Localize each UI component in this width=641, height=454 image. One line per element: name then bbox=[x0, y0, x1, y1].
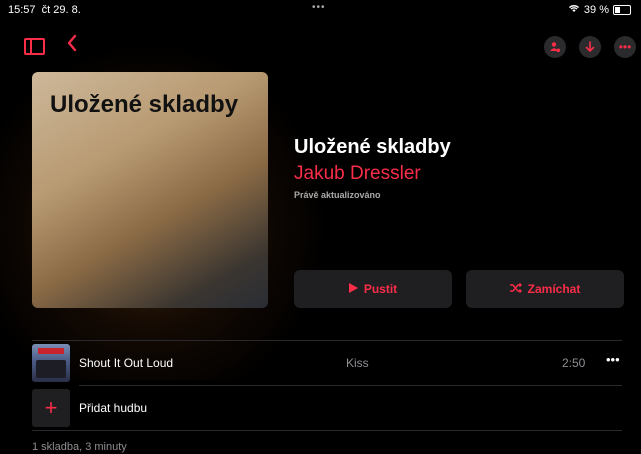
multitasking-dots[interactable]: ••• bbox=[312, 2, 326, 13]
playlist-summary: 1 skladba, 3 minuty bbox=[32, 441, 127, 453]
divider bbox=[32, 430, 622, 431]
track-artwork bbox=[32, 344, 70, 382]
track-more-icon[interactable]: ••• bbox=[606, 352, 620, 367]
status-right: 39 % bbox=[568, 4, 631, 16]
track-duration: 2:50 bbox=[562, 356, 586, 370]
person-badge-icon[interactable] bbox=[544, 36, 566, 58]
download-icon[interactable] bbox=[579, 36, 601, 58]
playlist-artwork: Uložené skladby bbox=[32, 72, 268, 308]
play-icon bbox=[348, 282, 358, 296]
chevron-left-icon[interactable] bbox=[66, 32, 78, 58]
status-bar: 15:57 čt 29. 8. ••• 39 % bbox=[0, 0, 641, 20]
shuffle-label: Zamíchat bbox=[527, 282, 581, 296]
divider bbox=[32, 340, 622, 341]
play-label: Pustit bbox=[363, 282, 398, 296]
battery-percent: 39 % bbox=[583, 4, 609, 16]
artwork-title: Uložené skladby bbox=[50, 91, 239, 118]
add-music-label: Přidat hudbu bbox=[79, 401, 148, 415]
plus-icon: + bbox=[32, 389, 70, 427]
status-time: 15:57 čt 29. 8. bbox=[8, 4, 81, 16]
sidebar-icon[interactable] bbox=[24, 38, 45, 55]
playlist-updated: Právě aktualizováno bbox=[294, 190, 381, 200]
track-title: Shout It Out Loud bbox=[79, 356, 174, 370]
wifi-icon bbox=[568, 4, 580, 16]
track-artist: Kiss bbox=[346, 356, 369, 370]
playlist-title: Uložené skladby bbox=[294, 136, 451, 158]
play-button[interactable]: Pustit bbox=[294, 270, 452, 308]
battery-icon bbox=[613, 5, 631, 15]
shuffle-button[interactable]: Zamíchat bbox=[466, 270, 624, 308]
playlist-owner[interactable]: Jakub Dressler bbox=[294, 163, 421, 185]
shuffle-icon bbox=[509, 282, 522, 296]
divider bbox=[79, 385, 622, 386]
ellipsis-icon[interactable]: ••• bbox=[614, 36, 636, 58]
